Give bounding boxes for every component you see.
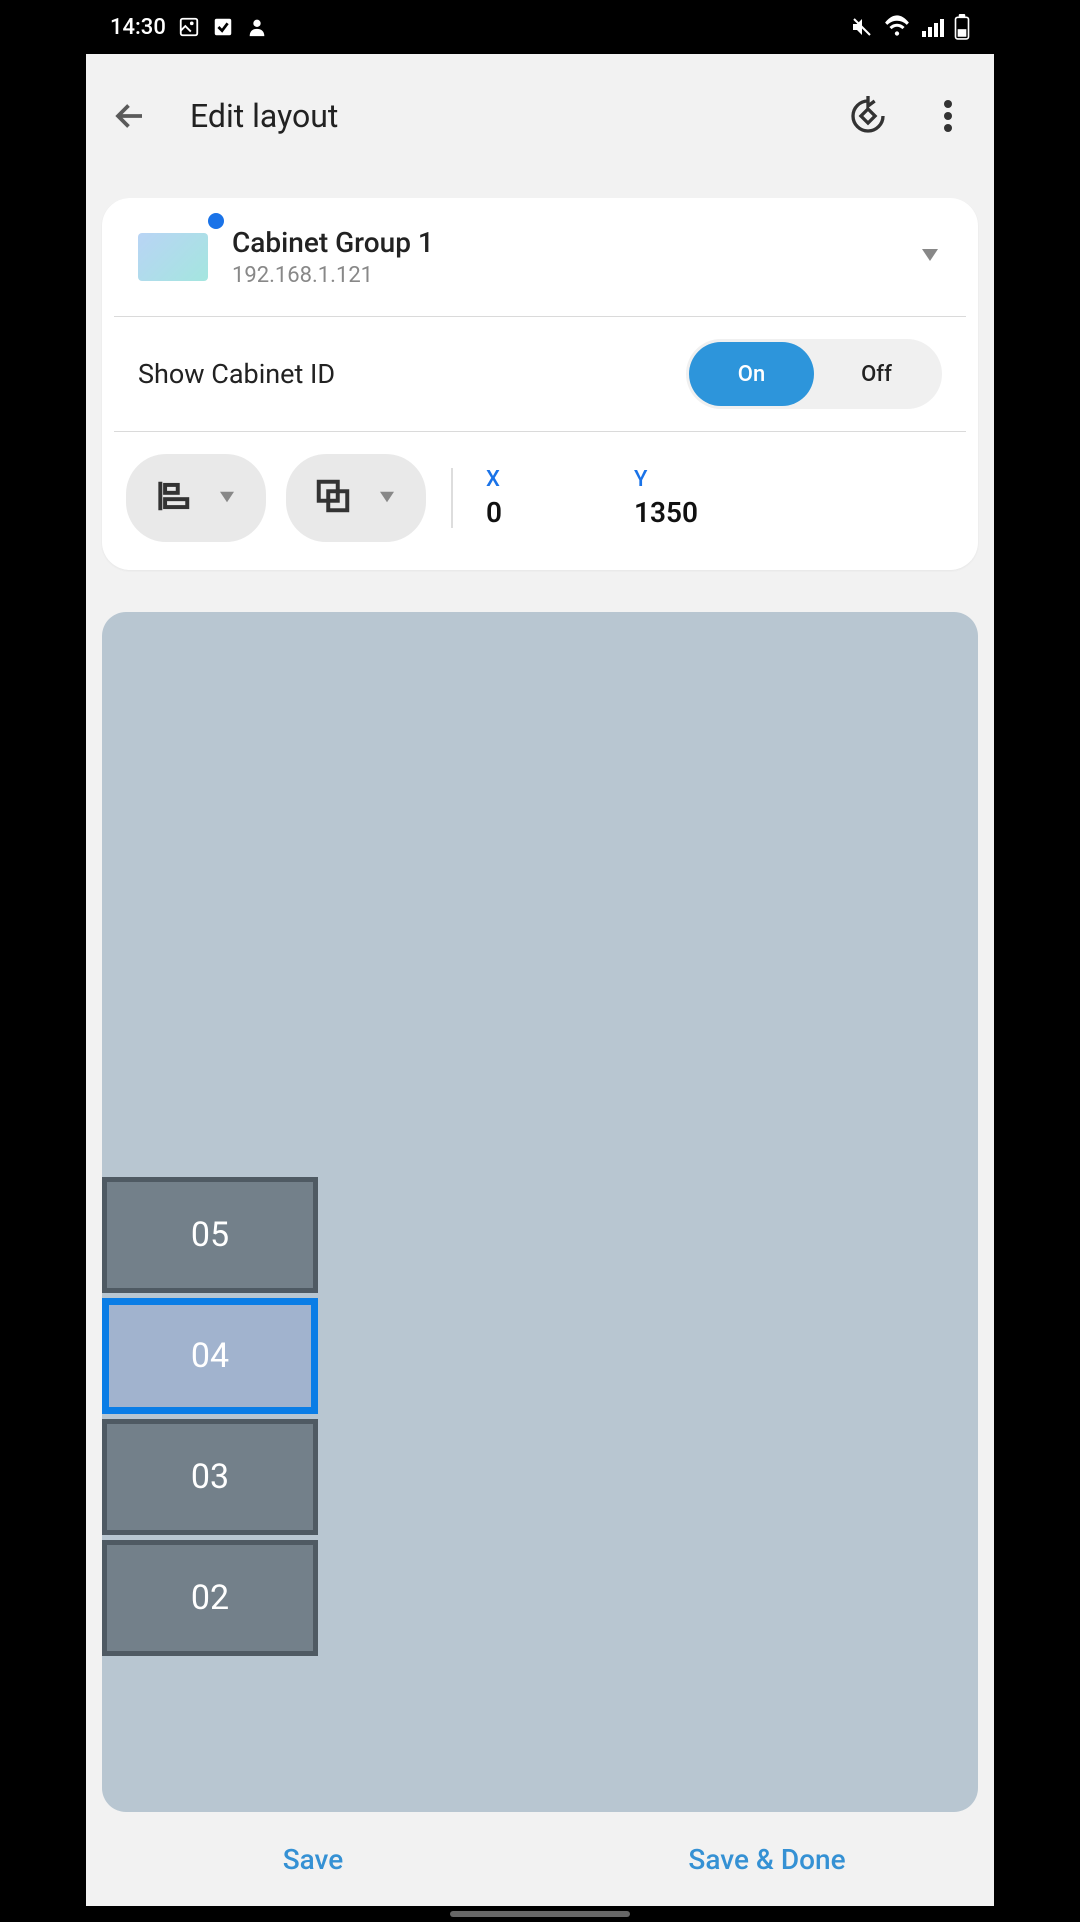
cabinet-03[interactable]: 03 [102, 1419, 318, 1535]
auto-rotate-button[interactable] [846, 94, 890, 138]
back-button[interactable] [110, 96, 150, 136]
toggle-off-button[interactable]: Off [814, 342, 939, 406]
chevron-down-icon [376, 489, 398, 508]
toggle-group: On Off [686, 339, 942, 409]
mute-icon [850, 15, 874, 39]
battery-icon [954, 14, 970, 40]
cabinet-02[interactable]: 02 [102, 1540, 318, 1656]
gallery-icon [178, 16, 200, 38]
more-button[interactable] [926, 94, 970, 138]
app-bar: Edit layout [86, 54, 994, 178]
overlap-icon [314, 477, 352, 519]
chevron-down-icon [216, 489, 238, 508]
bottom-bar: Save Save & Done [86, 1812, 994, 1906]
group-ip: 192.168.1.121 [232, 263, 894, 288]
person-icon [246, 16, 268, 38]
wifi-icon [884, 14, 910, 40]
align-dropdown[interactable] [126, 454, 266, 542]
coord-x-label: X [486, 467, 606, 492]
coord-y-label: Y [634, 467, 754, 492]
signal-icon [920, 15, 944, 39]
distribute-dropdown[interactable] [286, 454, 426, 542]
toggle-label: Show Cabinet ID [138, 358, 686, 390]
page-title: Edit layout [190, 97, 806, 135]
show-cabinet-id-row: Show Cabinet ID On Off [114, 317, 966, 432]
coord-x[interactable]: X 0 [486, 467, 606, 529]
save-done-button[interactable]: Save & Done [540, 1843, 994, 1876]
status-bar: 14:30 [86, 0, 994, 54]
save-button[interactable]: Save [86, 1843, 540, 1876]
tools-row: X 0 Y 1350 [102, 432, 978, 542]
nav-handle[interactable] [86, 1906, 994, 1922]
chevron-down-icon [918, 247, 942, 267]
coord-y-value: 1350 [634, 496, 754, 529]
cabinet-05[interactable]: 05 [102, 1177, 318, 1293]
layout-canvas[interactable]: 05 04 03 02 [102, 612, 978, 1812]
cabinet-04[interactable]: 04 [102, 1298, 318, 1414]
group-thumbnail-icon [138, 233, 208, 281]
coord-y[interactable]: Y 1350 [634, 467, 754, 529]
group-name: Cabinet Group 1 [232, 226, 894, 259]
checkbox-icon [212, 16, 234, 38]
toggle-on-button[interactable]: On [689, 342, 814, 406]
align-left-icon [154, 477, 192, 519]
coord-x-value: 0 [486, 496, 606, 529]
divider [451, 468, 453, 528]
status-time: 14:30 [110, 15, 166, 40]
group-selector[interactable]: Cabinet Group 1 192.168.1.121 [114, 226, 966, 317]
settings-card: Cabinet Group 1 192.168.1.121 Show Cabin… [102, 198, 978, 570]
